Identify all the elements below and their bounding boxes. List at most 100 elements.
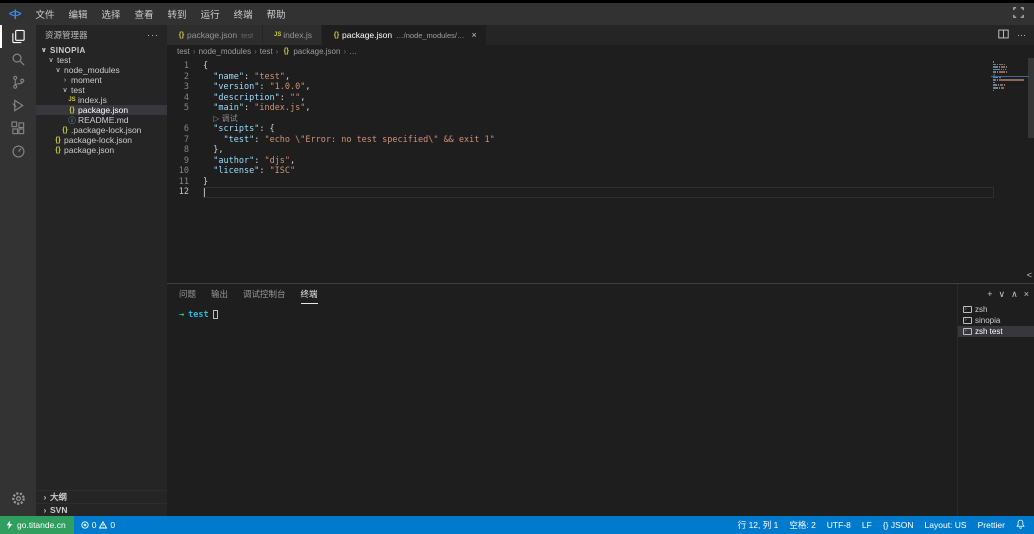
terminal-list-item[interactable]: ›sinopia [958,315,1034,326]
chevron-down-icon: ∨ [60,86,70,94]
run-and-debug-icon[interactable] [0,94,36,117]
line-content[interactable]: }, [203,145,1034,156]
line-content[interactable]: "name": "test", [203,72,1034,83]
sidebar-explorer: 资源管理器 ··· ∨SINOPIA∨test∨node_modules›mom… [36,25,167,516]
line-content[interactable]: "test": "echo \"Error: no test specified… [203,135,1034,146]
menu-item[interactable]: 编辑 [62,7,95,21]
tree-item-label: index.js [78,95,107,105]
close-icon[interactable]: × [1024,289,1029,299]
terminal-list: ›zsh›sinopia›zsh test [958,304,1034,337]
line-content[interactable]: } [203,177,1034,188]
js-icon: JS [67,97,77,103]
line-number: 12 [167,187,189,198]
menu-item[interactable]: 文件 [28,7,61,21]
tree-item[interactable]: JSindex.js [36,95,167,105]
line-number: 4 [167,93,189,104]
sidebar-section-svn[interactable]: ›SVN [36,503,167,516]
json-icon: {} [53,137,63,144]
tree-item[interactable]: ∨test [36,85,167,95]
code-editor[interactable]: 1{2 "name": "test",3 "version": "1.0.0",… [167,58,1034,283]
tree-item[interactable]: ›moment [36,75,167,85]
editor-tab[interactable]: {}package.json…/node_modules/…× [322,25,487,45]
code-line: 9 "author": "djs", [167,156,1034,167]
close-icon[interactable]: × [471,30,476,40]
panel-tab[interactable]: 调试控制台 [243,284,286,304]
line-number: 2 [167,72,189,83]
remote-indicator[interactable]: go.titande.cn [0,516,74,534]
line-content[interactable] [203,187,994,198]
editor-tab[interactable]: {}package.jsontest [167,25,263,45]
line-content[interactable]: "license": "ISC" [203,166,1034,177]
breadcrumb-item[interactable]: node_modules [199,47,251,56]
breadcrumb-item[interactable]: … [349,47,357,56]
editor-tab[interactable]: JSindex.js [263,25,322,45]
tree-item[interactable]: ⓘREADME.md [36,115,167,125]
tree-item[interactable]: {}.package-lock.json [36,125,167,135]
expand-window-icon[interactable] [1013,7,1024,21]
panel-tab[interactable]: 输出 [211,284,228,304]
panel-tab[interactable]: 终端 [301,284,318,304]
line-content[interactable]: ▷ 调试 [203,114,1034,125]
sidebar-more-actions-icon[interactable]: ··· [147,30,159,40]
source-control-icon[interactable] [0,71,36,94]
line-number: 7 [167,135,189,146]
status-item[interactable]: 空格: 2 [789,519,815,531]
search-icon[interactable] [0,48,36,71]
notifications-bell-icon[interactable] [1016,519,1025,531]
status-item[interactable]: {} JSON [883,520,914,530]
line-content[interactable]: "scripts": { [203,124,1034,135]
editor-scrollbar[interactable] [1028,58,1034,138]
menu-item[interactable]: 运行 [194,7,227,21]
breadcrumb-item[interactable]: test [260,47,273,56]
line-number [167,114,189,125]
terminal-view[interactable]: →test [167,304,957,516]
tree-item[interactable]: ∨node_modules [36,65,167,75]
line-content[interactable]: { [203,61,1034,72]
tree-item[interactable]: {}package.json [36,105,167,115]
terminal-list-item[interactable]: ›zsh test [958,326,1034,337]
menu-item[interactable]: 转到 [161,7,194,21]
panel-tab[interactable]: 问题 [179,284,196,304]
chevron-down-icon[interactable]: ∨ [999,289,1006,300]
line-number: 3 [167,82,189,93]
minimap[interactable] [993,61,1027,95]
line-content[interactable]: "main": "index.js", [203,103,1034,114]
warnings-icon [99,521,107,529]
status-item[interactable]: 行 12, 列 1 [738,519,779,531]
tree-item[interactable]: {}package-lock.json [36,135,167,145]
runner-gauge-icon[interactable] [0,140,36,163]
tree-item[interactable]: ∨SINOPIA [36,45,167,55]
breadcrumb-item[interactable]: {}package.json [281,47,340,56]
tree-item[interactable]: {}package.json [36,145,167,155]
tree-item-label: SINOPIA [50,46,86,55]
problems-indicator[interactable]: 0 0 [74,520,122,530]
breadcrumb-item[interactable]: test [177,47,190,56]
menu-item[interactable]: 选择 [95,7,128,21]
terminal-cursor [213,310,218,319]
status-item[interactable]: Layout: US [925,520,967,530]
line-content[interactable]: "version": "1.0.0", [203,82,1034,93]
tree-item[interactable]: ∨test [36,55,167,65]
plus-icon[interactable]: + [987,289,992,299]
code-line: 12 [167,187,1034,198]
chevron-up-icon[interactable]: ∧ [1011,289,1018,300]
chevron-down-icon: ∨ [46,56,56,64]
editor-more-actions-icon[interactable]: ··· [1017,30,1026,40]
chevron-right-icon: › [276,47,279,56]
section-label: 大纲 [50,491,67,503]
terminal-list-item[interactable]: ›zsh [958,304,1034,315]
line-content[interactable]: "description": "", [203,93,1034,104]
settings-gear-icon[interactable] [0,487,36,510]
sidebar-section-outline[interactable]: ›大纲 [36,490,167,503]
split-editor-icon[interactable] [998,29,1009,41]
menu-item[interactable]: 查看 [128,7,161,21]
line-content[interactable]: "author": "djs", [203,156,1034,167]
extensions-icon[interactable] [0,117,36,140]
scroll-left-indicator[interactable]: < [1027,271,1032,280]
status-item[interactable]: Prettier [978,520,1005,530]
menu-item[interactable]: 帮助 [260,7,293,21]
menu-item[interactable]: 终端 [227,7,260,21]
status-item[interactable]: UTF-8 [827,520,851,530]
explorer-icon[interactable] [0,25,36,48]
status-item[interactable]: LF [862,520,872,530]
